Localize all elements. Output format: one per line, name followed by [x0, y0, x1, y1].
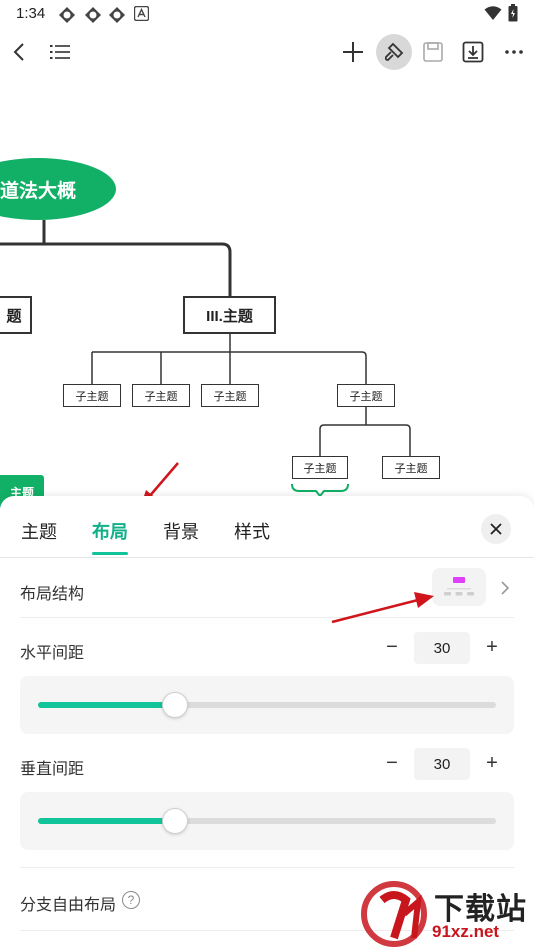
more-icon	[505, 50, 523, 54]
back-icon	[13, 43, 24, 61]
sub-subtopic[interactable]: 子主题	[292, 456, 348, 479]
status-time: 1:34	[16, 5, 46, 22]
add-icon	[343, 42, 363, 62]
subtopic[interactable]: 子主题	[337, 384, 395, 407]
watermark-logo	[361, 881, 427, 947]
main-topic[interactable]: III.主题	[183, 296, 276, 334]
vertical-spacing-decrease[interactable]: −	[382, 752, 402, 775]
connector-lines	[0, 220, 411, 498]
close-icon	[490, 523, 502, 535]
a-icon	[134, 6, 149, 21]
org-chart-layout-icon	[444, 577, 474, 596]
main-topic[interactable]: 题	[0, 296, 32, 334]
divider	[20, 867, 514, 868]
tab-layout[interactable]: 布局	[92, 518, 128, 544]
vertical-spacing-slider[interactable]	[20, 792, 514, 850]
status-bar: 1:34	[0, 0, 534, 30]
layout-structure-picker[interactable]	[432, 568, 486, 606]
save-button[interactable]	[415, 34, 451, 70]
close-button[interactable]	[481, 514, 511, 544]
outline-list-icon	[50, 45, 70, 59]
slider-thumb[interactable]	[162, 808, 189, 834]
branch-free-layout-label: 分支自由布局	[20, 897, 117, 914]
more-button[interactable]	[496, 34, 532, 70]
back-button[interactable]	[2, 34, 38, 70]
panel-tabs: 主题 布局 背景 样式	[0, 496, 534, 558]
outline-button[interactable]	[42, 34, 78, 70]
format-brush-button[interactable]	[376, 34, 412, 70]
horizontal-spacing-slider[interactable]	[20, 676, 514, 734]
vertical-spacing-value[interactable]: 30	[414, 748, 470, 780]
chevron-right-icon[interactable]	[500, 580, 510, 596]
watermark-url: 91xz.net	[432, 922, 500, 941]
toolbar	[0, 30, 534, 78]
tab-topic[interactable]: 主题	[21, 518, 57, 544]
app-icon	[85, 7, 101, 23]
wifi-icon	[484, 6, 502, 20]
subtopic[interactable]: 子主题	[132, 384, 190, 407]
slider-track[interactable]	[38, 702, 496, 708]
tab-style[interactable]: 样式	[234, 518, 270, 544]
annotation-arrow	[331, 592, 434, 624]
export-button[interactable]	[455, 34, 491, 70]
format-brush-icon	[384, 42, 404, 61]
slider-fill	[38, 818, 176, 824]
horizontal-spacing-increase[interactable]: +	[482, 636, 502, 659]
tab-background[interactable]: 背景	[163, 518, 199, 544]
active-tab-indicator	[92, 552, 128, 555]
layout-structure-label: 布局结构	[20, 586, 85, 603]
add-button[interactable]	[335, 34, 371, 70]
sub-subtopic[interactable]: 子主题	[382, 456, 440, 479]
horizontal-spacing-value[interactable]: 30	[414, 632, 470, 664]
battery-icon	[508, 4, 518, 22]
subtopic[interactable]: 子主题	[63, 384, 121, 407]
app-icon	[59, 7, 75, 23]
app-icon	[109, 7, 125, 23]
watermark: 下载站 91xz.net	[358, 880, 534, 950]
slider-track[interactable]	[38, 818, 496, 824]
export-icon	[462, 41, 484, 63]
mindmap-canvas[interactable]: 道法大概 题 III.主题 子主题 子主题 子主题 子主题 子主题 子主题 主题	[0, 78, 534, 508]
slider-thumb[interactable]	[162, 692, 189, 718]
vertical-spacing-increase[interactable]: +	[482, 752, 502, 775]
help-icon[interactable]: ?	[122, 891, 140, 909]
slider-fill	[38, 702, 176, 708]
vertical-spacing-label: 垂直间距	[20, 761, 85, 778]
save-icon	[423, 42, 443, 62]
subtopic[interactable]: 子主题	[201, 384, 259, 407]
horizontal-spacing-decrease[interactable]: −	[382, 636, 402, 659]
horizontal-spacing-label: 水平间距	[20, 645, 85, 662]
